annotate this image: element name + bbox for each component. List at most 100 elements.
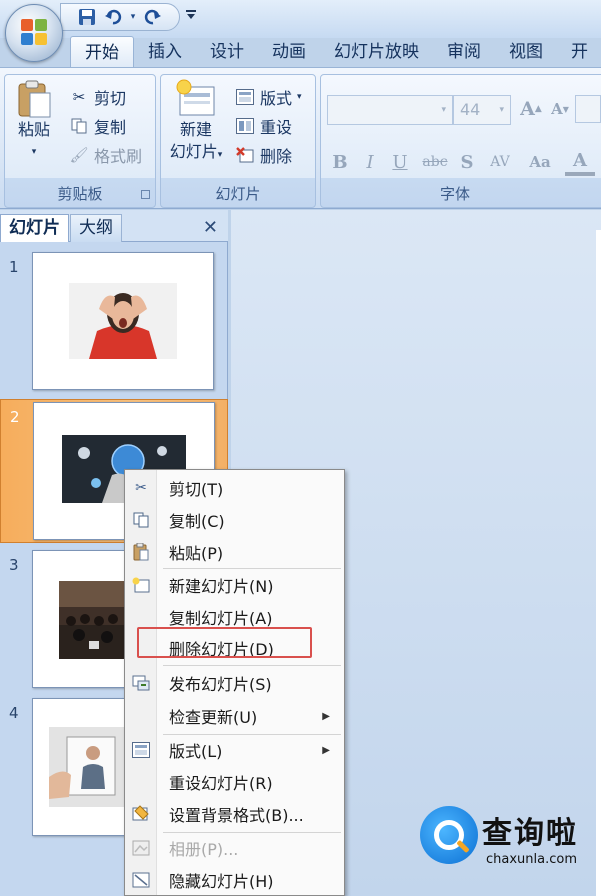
watermark-name: 查询啦: [482, 816, 578, 851]
menu-item-paste[interactable]: 粘贴(P): [125, 536, 344, 568]
bold-button[interactable]: B: [327, 148, 353, 176]
menu-item-label: 版式(L): [169, 742, 223, 761]
menu-item-label: 隐藏幻灯片(H): [169, 872, 274, 891]
new-slide-icon: [131, 575, 151, 595]
photo-album-icon: [131, 838, 151, 858]
slides-group-label: 幻灯片: [215, 185, 261, 203]
office-logo-icon: [21, 19, 49, 47]
tab-slideshow[interactable]: 幻灯片放映: [320, 36, 433, 68]
tab-insert[interactable]: 插入: [134, 36, 196, 68]
reset-label: 重设: [260, 118, 293, 137]
office-button[interactable]: [5, 4, 63, 62]
current-slide-canvas[interactable]: [596, 230, 601, 896]
tab-view[interactable]: 视图: [495, 36, 557, 68]
undo-dropdown-icon[interactable]: ▾: [129, 7, 137, 27]
strikethrough-button[interactable]: abc: [419, 148, 451, 176]
tab-design[interactable]: 设计: [196, 36, 258, 68]
paste-button[interactable]: 粘贴 ▾: [11, 79, 57, 163]
slide-number: 1: [9, 258, 19, 276]
undo-icon[interactable]: [103, 7, 123, 27]
tab-slides[interactable]: 幻灯片: [0, 214, 69, 242]
close-icon[interactable]: ✕: [203, 217, 218, 238]
save-icon[interactable]: [77, 7, 97, 27]
copy-icon: [69, 116, 89, 136]
delete-button[interactable]: 删除: [235, 143, 292, 167]
slide-number: 2: [10, 408, 20, 426]
tab-animation[interactable]: 动画: [258, 36, 320, 68]
char-spacing-button[interactable]: AV: [483, 148, 517, 176]
meeting-room-image: [59, 581, 127, 659]
shrink-font-icon[interactable]: A ▼: [547, 95, 573, 123]
menu-item-reset-slide[interactable]: 重设幻灯片(R): [125, 766, 344, 798]
menu-item-check-updates[interactable]: 检查更新(U) ▶: [125, 700, 344, 732]
menu-item-layout[interactable]: 版式(L) ▶: [125, 734, 344, 766]
layout-button[interactable]: 版式 ▾: [235, 85, 302, 109]
paste-icon: [131, 542, 151, 562]
publish-icon: [131, 673, 151, 693]
format-painter-icon: 🖌: [69, 146, 89, 164]
font-size-dropdown-icon: ▾: [499, 105, 504, 115]
background-icon: [131, 804, 151, 824]
menu-item-label: 相册(P)...: [169, 840, 239, 859]
shadow-button[interactable]: S: [455, 148, 479, 176]
menu-separator: [163, 665, 341, 666]
menu-item-publish-slides[interactable]: 发布幻灯片(S): [125, 667, 344, 699]
delete-icon: [235, 145, 255, 165]
new-slide-label-1: 新建: [179, 120, 212, 139]
underline-button[interactable]: U: [387, 148, 413, 176]
menu-item-label: 复制幻灯片(A): [169, 609, 273, 628]
panel-tabs: 幻灯片 大纲 ✕: [0, 210, 228, 242]
delete-label: 删除: [260, 147, 293, 166]
cut-button[interactable]: ✂ 剪切: [69, 85, 126, 109]
submenu-arrow-icon: ▶: [322, 744, 330, 756]
customize-icon[interactable]: [186, 8, 196, 23]
format-painter-button[interactable]: 🖌 格式刷: [69, 143, 142, 167]
menu-item-label: 剪切(T): [169, 480, 224, 499]
new-slide-button[interactable]: 新建 幻灯片▾: [163, 79, 229, 166]
scissors-icon: ✂: [135, 480, 147, 496]
layout-label: 版式: [260, 89, 293, 108]
paste-dropdown-icon: ▾: [31, 147, 37, 157]
new-slide-icon: [174, 79, 218, 119]
new-slide-label-2: 幻灯片: [169, 142, 218, 161]
quick-access-toolbar: ▾: [60, 3, 180, 31]
menu-item-new-slide[interactable]: 新建幻灯片(N): [125, 569, 344, 601]
menu-item-format-background[interactable]: 设置背景格式(B)...: [125, 798, 344, 830]
slide-number: 3: [9, 556, 19, 574]
menu-item-label: 复制(C): [169, 512, 225, 531]
tab-outline[interactable]: 大纲: [70, 214, 122, 242]
paste-icon: [16, 79, 52, 119]
tab-developer[interactable]: 开: [557, 36, 601, 68]
tab-review[interactable]: 审阅: [433, 36, 495, 68]
menu-item-photo-album: 相册(P)...: [125, 832, 344, 864]
menu-item-label: 发布幻灯片(S): [169, 675, 272, 694]
clipboard-group-label: 剪贴板: [57, 185, 103, 203]
clipboard-launcher-icon[interactable]: [141, 190, 150, 199]
font-name-dropdown-icon: ▾: [441, 105, 446, 115]
slide-thumbnail-1[interactable]: 1: [0, 250, 228, 394]
copy-button[interactable]: 复制: [69, 114, 126, 138]
menu-item-hide-slide[interactable]: 隐藏幻灯片(H): [125, 864, 344, 896]
copy-icon: [131, 510, 151, 530]
layout-dropdown-icon: ▾: [297, 92, 302, 102]
font-group-label: 字体: [439, 185, 470, 203]
paste-label: 粘贴: [17, 120, 50, 139]
font-name-box[interactable]: ▾: [327, 95, 453, 125]
clear-format-icon[interactable]: [575, 95, 601, 123]
slide-preview: [32, 252, 214, 390]
reset-icon: [235, 116, 255, 136]
menu-item-label: 检查更新(U): [169, 708, 258, 727]
menu-item-copy[interactable]: 复制(C): [125, 504, 344, 536]
tab-home[interactable]: 开始: [70, 36, 134, 68]
font-size-box[interactable]: 44 ▾: [453, 95, 511, 125]
italic-button[interactable]: I: [357, 148, 383, 176]
font-color-button[interactable]: A: [565, 148, 595, 176]
layout-icon: [235, 87, 255, 107]
menu-item-cut[interactable]: ✂ 剪切(T): [125, 472, 344, 504]
change-case-button[interactable]: Aa: [523, 148, 557, 176]
cut-label: 剪切: [94, 89, 127, 108]
redo-icon[interactable]: [143, 7, 163, 27]
new-slide-dropdown-icon: ▾: [217, 150, 223, 160]
reset-button[interactable]: 重设: [235, 114, 292, 138]
grow-font-icon[interactable]: A ▲: [517, 95, 545, 123]
